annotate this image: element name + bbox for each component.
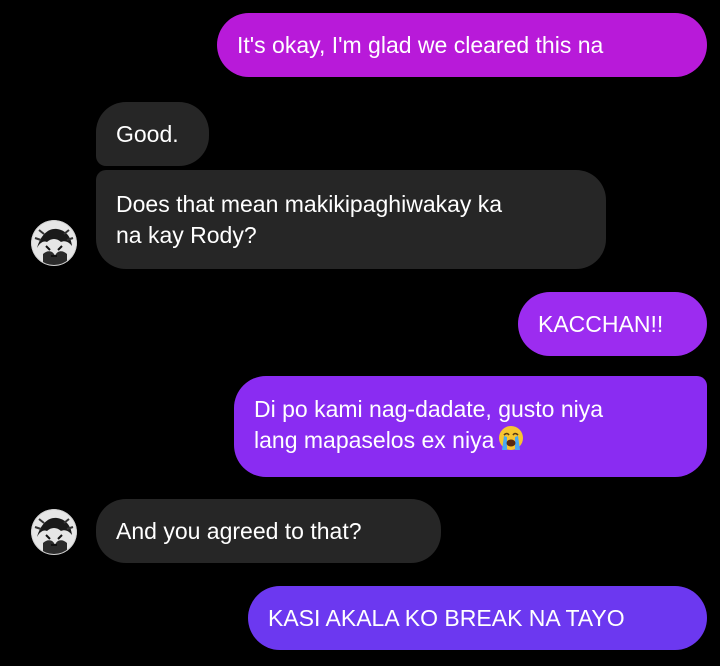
incoming-message-bubble[interactable]: Good. — [96, 102, 209, 166]
outgoing-message-bubble[interactable]: Di po kami nag-dadate, gusto niya lang m… — [234, 376, 707, 477]
message-text-line: Does that mean makikipaghiwakay ka — [116, 190, 503, 217]
message-text-line: lang mapaselos ex niya — [254, 427, 495, 453]
message-text-line: Di po kami nag-dadate, gusto niya — [254, 396, 604, 422]
outgoing-message-bubble[interactable]: It's okay, I'm glad we cleared this na — [217, 13, 707, 77]
message-text: It's okay, I'm glad we cleared this na — [237, 31, 604, 58]
message-text: Good. — [116, 120, 179, 147]
incoming-message-bubble[interactable]: And you agreed to that? — [96, 499, 441, 563]
contact-avatar-icon[interactable] — [31, 509, 77, 555]
message-text: KASI AKALA KO BREAK NA TAYO — [268, 604, 625, 631]
contact-avatar-icon[interactable] — [31, 220, 77, 266]
loudly-crying-face-icon — [498, 425, 524, 459]
message-text: KACCHAN!! — [538, 310, 664, 337]
outgoing-message-bubble[interactable]: KASI AKALA KO BREAK NA TAYO — [248, 586, 707, 650]
message-text-line: na kay Rody? — [116, 221, 257, 248]
message-text: And you agreed to that? — [116, 517, 362, 544]
outgoing-message-bubble[interactable]: KACCHAN!! — [518, 292, 707, 356]
incoming-message-bubble[interactable]: Does that mean makikipaghiwakay ka na ka… — [96, 170, 606, 269]
